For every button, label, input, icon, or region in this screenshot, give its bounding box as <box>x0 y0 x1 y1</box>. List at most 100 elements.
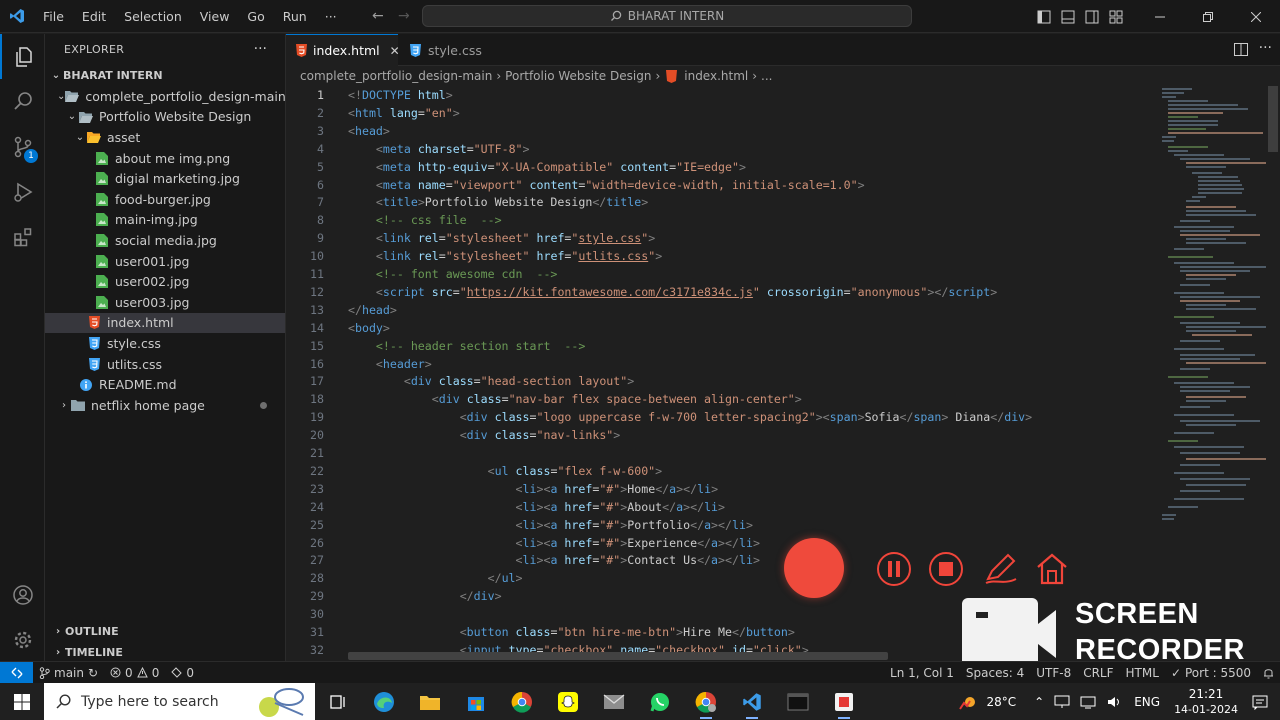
code-line[interactable]: 3 <head> <box>286 122 1166 140</box>
settings-gear-icon[interactable] <box>0 617 45 662</box>
command-center-search[interactable]: BHARAT INTERN <box>422 5 912 27</box>
tree-file[interactable]: digial marketing.jpg <box>45 168 285 189</box>
tree-file[interactable]: about me img.png <box>45 148 285 169</box>
code-line[interactable]: 10 <link rel="stylesheet" href="utlits.c… <box>286 247 1166 265</box>
breadcrumb-item[interactable]: index.html <box>684 69 748 83</box>
code-line[interactable]: 8 <!-- css file --> <box>286 211 1166 229</box>
tab-index-html[interactable]: index.html ✕ <box>286 34 400 66</box>
back-arrow-icon[interactable]: ← <box>372 8 384 24</box>
code-line[interactable]: 18 <div class="nav-bar flex space-betwee… <box>286 390 1166 408</box>
search-view-icon[interactable] <box>0 78 45 123</box>
home-icon[interactable] <box>1032 549 1072 589</box>
code-line[interactable]: 5 <meta http-equiv="X-UA-Compatible" con… <box>286 158 1166 176</box>
input-language[interactable]: ENG <box>1134 695 1160 709</box>
workspace-root[interactable]: ⌄ BHARAT INTERN <box>45 65 285 86</box>
vertical-scrollbar[interactable] <box>1266 86 1280 661</box>
toggle-secondary-sidebar-icon[interactable] <box>1080 0 1104 33</box>
breadcrumb-item[interactable]: Portfolio Website Design <box>505 69 651 83</box>
code-line[interactable]: 17 <div class="head-section layout"> <box>286 372 1166 390</box>
restore-icon[interactable] <box>1184 0 1232 33</box>
menu-more[interactable]: ··· <box>316 0 346 33</box>
breadcrumb-item[interactable]: complete_portfolio_design-main <box>300 69 492 83</box>
display-icon[interactable] <box>1054 695 1070 709</box>
code-line[interactable]: 14 <body> <box>286 319 1166 337</box>
menu-selection[interactable]: Selection <box>115 0 191 33</box>
run-debug-icon[interactable] <box>0 169 45 214</box>
remote-indicator-icon[interactable] <box>0 661 33 684</box>
code-line[interactable]: 1 <!DOCTYPE html> <box>286 86 1166 104</box>
language-mode[interactable]: HTML <box>1120 662 1165 684</box>
end-of-line[interactable]: CRLF <box>1077 662 1119 684</box>
code-line[interactable]: 24 <li><a href="#">About</a></li> <box>286 498 1166 516</box>
toggle-panel-icon[interactable] <box>1056 0 1080 33</box>
account-icon[interactable] <box>0 572 45 617</box>
taskbar-search[interactable]: Type here to search <box>44 683 315 720</box>
close-window-icon[interactable] <box>1232 0 1280 33</box>
editor-more-icon[interactable]: ··· <box>1259 40 1272 56</box>
menu-go[interactable]: Go <box>238 0 273 33</box>
code-line[interactable]: 11 <!-- font awesome cdn --> <box>286 265 1166 283</box>
code-line[interactable]: 25 <li><a href="#">Portfolio</a></li> <box>286 516 1166 534</box>
tree-file[interactable]: style.css <box>45 333 285 354</box>
code-line[interactable]: 12 <script src="https://kit.fontawesome.… <box>286 283 1166 301</box>
extensions-icon[interactable] <box>0 214 45 259</box>
split-editor-icon[interactable] <box>1234 43 1248 56</box>
chrome-icon[interactable] <box>499 683 545 720</box>
volume-icon[interactable] <box>1106 695 1122 709</box>
explorer-icon[interactable] <box>0 34 45 79</box>
chrome-profile-icon[interactable] <box>683 683 729 720</box>
tree-folder[interactable]: ⌄ asset <box>45 127 285 148</box>
mail-icon[interactable] <box>591 683 637 720</box>
code-line[interactable]: 9 <link rel="stylesheet" href="style.css… <box>286 229 1166 247</box>
toggle-primary-sidebar-icon[interactable] <box>1032 0 1056 33</box>
notifications-bell-icon[interactable] <box>1257 662 1280 684</box>
code-line[interactable]: 20 <div class="nav-links"> <box>286 426 1166 444</box>
menu-view[interactable]: View <box>191 0 239 33</box>
live-server-port[interactable]: ✓ Port : 5500 <box>1165 662 1257 684</box>
code-line[interactable]: 7 <title>Portfolio Website Design</title… <box>286 193 1166 211</box>
menu-edit[interactable]: Edit <box>73 0 115 33</box>
tree-file[interactable]: index.html <box>45 312 285 334</box>
tree-file[interactable]: food-burger.jpg <box>45 189 285 210</box>
screen-recorder-icon[interactable] <box>821 683 867 720</box>
code-line[interactable]: 23 <li><a href="#">Home</a></li> <box>286 480 1166 498</box>
tree-folder[interactable]: › netflix home page <box>45 395 285 416</box>
indentation[interactable]: Spaces: 4 <box>960 662 1030 684</box>
edge-browser-icon[interactable] <box>361 683 407 720</box>
snapchat-icon[interactable] <box>545 683 591 720</box>
problems-status[interactable]: 0 0 <box>104 662 165 684</box>
code-line[interactable]: 22 <ul class="flex f-w-600"> <box>286 462 1166 480</box>
breadcrumb-item[interactable]: ... <box>761 69 772 83</box>
menu-file[interactable]: File <box>34 0 73 33</box>
tree-file[interactable]: social media.jpg <box>45 230 285 251</box>
tree-file[interactable]: user001.jpg <box>45 251 285 272</box>
stop-icon[interactable] <box>926 549 966 589</box>
notification-center-icon[interactable] <box>1252 694 1268 710</box>
tree-file[interactable]: user003.jpg <box>45 292 285 313</box>
file-explorer-icon[interactable] <box>407 683 453 720</box>
code-line[interactable]: 19 <div class="logo uppercase f-w-700 le… <box>286 408 1166 426</box>
whatsapp-icon[interactable] <box>637 683 683 720</box>
task-view-icon[interactable] <box>315 683 361 720</box>
branch-status[interactable]: main ↻ <box>33 662 104 684</box>
vscode-taskbar-icon[interactable] <box>729 683 775 720</box>
tab-style-css[interactable]: style.css <box>398 34 494 66</box>
network-icon[interactable] <box>1080 695 1096 709</box>
encoding[interactable]: UTF-8 <box>1030 662 1077 684</box>
code-editor[interactable]: 1 <!DOCTYPE html> 2 <html lang="en"> 3 <head>… <box>286 86 1280 661</box>
code-line[interactable]: 15 <!-- header section start --> <box>286 337 1166 355</box>
source-control-icon[interactable]: 1 <box>0 124 45 169</box>
ports-status[interactable]: 0 <box>165 662 200 684</box>
forward-arrow-icon[interactable]: → <box>398 8 410 24</box>
terminal-icon[interactable] <box>775 683 821 720</box>
chevron-up-icon[interactable]: ⌃ <box>1034 695 1044 709</box>
cursor-position[interactable]: Ln 1, Col 1 <box>884 662 960 684</box>
horizontal-scrollbar[interactable] <box>348 652 888 660</box>
microsoft-store-icon[interactable] <box>453 683 499 720</box>
customize-layout-icon[interactable] <box>1104 0 1128 33</box>
scrollbar-thumb[interactable] <box>1268 86 1278 152</box>
code-line[interactable]: 13 </head> <box>286 301 1166 319</box>
clock[interactable]: 21:21 14-01-2024 <box>1174 687 1238 717</box>
code-line[interactable]: 6 <meta name="viewport" content="width=d… <box>286 176 1166 194</box>
tree-file[interactable]: utlits.css <box>45 354 285 375</box>
